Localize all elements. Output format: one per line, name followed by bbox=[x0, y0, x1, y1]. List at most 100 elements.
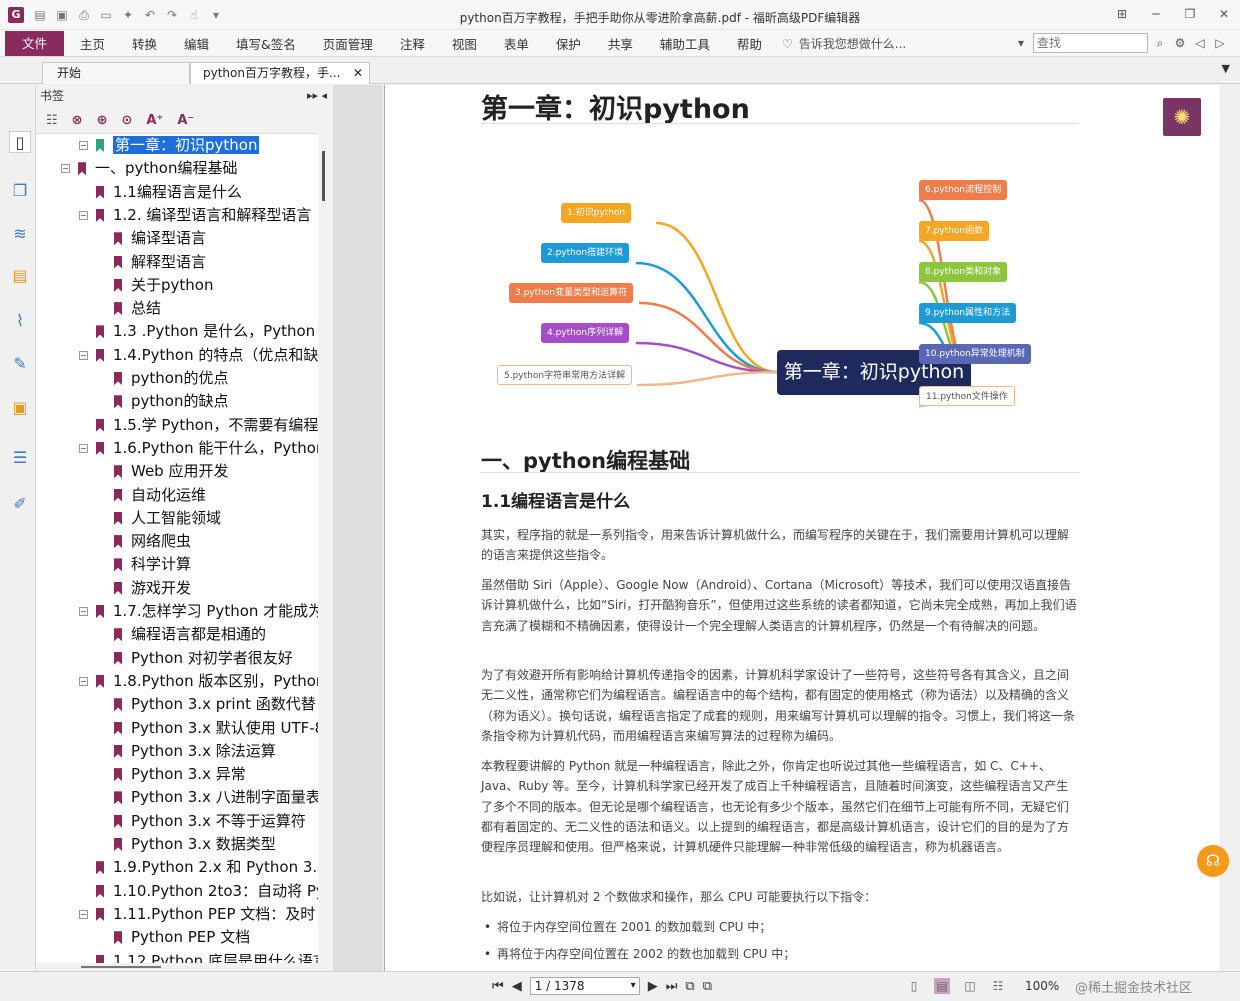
restore-icon[interactable]: ❐ bbox=[1182, 6, 1198, 22]
continuous-facing-icon[interactable]: ☷ bbox=[990, 978, 1006, 994]
support-headset-icon[interactable]: ☊ bbox=[1197, 845, 1229, 877]
zoom-level[interactable]: 100% bbox=[1025, 979, 1059, 993]
security-lock-icon[interactable]: ▣ bbox=[9, 397, 31, 419]
facing-page-icon[interactable]: ◫ bbox=[962, 978, 978, 994]
tab-close-icon[interactable]: ✕ bbox=[353, 63, 363, 83]
bookmark-item[interactable]: Python 3.x print 函数代替 bbox=[114, 693, 316, 716]
content-panel-icon[interactable]: ☰ bbox=[9, 447, 31, 469]
bookmark-item[interactable]: 总结 bbox=[114, 297, 161, 320]
menu-help[interactable]: 帮助 bbox=[737, 34, 762, 53]
layout-icon[interactable]: ⊞ bbox=[1114, 6, 1130, 22]
page-number-field[interactable]: 1 / 1378 bbox=[529, 977, 640, 995]
hand-tool-icon[interactable]: ☝ bbox=[186, 7, 202, 23]
next-view-icon[interactable]: ⧉ bbox=[703, 979, 712, 994]
collapse-toggle-icon[interactable]: − bbox=[79, 210, 88, 220]
close-icon[interactable]: ✕ bbox=[1216, 6, 1232, 22]
undo-icon[interactable]: ↶ bbox=[142, 7, 158, 23]
bookmark-item[interactable]: Python 3.x 不等于运算符 bbox=[114, 810, 306, 833]
bookmark-item[interactable]: Python 对初学者很友好 bbox=[114, 647, 293, 670]
bookmark-item[interactable]: Python 3.x 八进制字面量表 bbox=[114, 786, 318, 809]
bookmark-item[interactable]: − 1.8.Python 版本区别，Python bbox=[79, 670, 318, 693]
bookmark-item[interactable]: 1.10.Python 2to3：自动将 Py bbox=[96, 880, 318, 903]
first-page-icon[interactable]: ⏮ bbox=[492, 979, 504, 994]
menu-share[interactable]: 共享 bbox=[608, 34, 633, 53]
menu-form[interactable]: 表单 bbox=[504, 34, 529, 53]
collapse-toggle-icon[interactable]: − bbox=[61, 164, 70, 174]
collapse-toggle-icon[interactable]: − bbox=[79, 607, 88, 616]
pages-panel-icon[interactable]: ❐ bbox=[9, 180, 31, 202]
page-scrollbar[interactable] bbox=[1220, 85, 1240, 971]
bookmark-item[interactable]: − 1.2. 编译型语言和解释型语言 bbox=[79, 204, 311, 227]
menu-protect[interactable]: 保护 bbox=[556, 34, 581, 53]
redo-icon[interactable]: ↷ bbox=[164, 7, 180, 23]
new-icon[interactable]: ✦ bbox=[120, 7, 136, 23]
signature-panel-icon[interactable]: ✎ bbox=[9, 353, 31, 375]
gear-icon[interactable]: ⚙ bbox=[1172, 35, 1188, 51]
tab-document[interactable]: python百万字教程，手... ✕ bbox=[190, 62, 370, 84]
bookmark-item-selected[interactable]: − 第一章：初识python bbox=[79, 134, 260, 157]
bookmark-item[interactable]: Python PEP 文档 bbox=[114, 926, 250, 949]
menu-page-management[interactable]: 页面管理 bbox=[323, 34, 373, 53]
bookmark-item[interactable]: Python 3.x 除法运算 bbox=[114, 740, 276, 763]
bookmark-item[interactable]: Web 应用开发 bbox=[114, 460, 228, 483]
bookmark-item[interactable]: Python 3.x 异常 bbox=[114, 763, 246, 786]
bookmark-item[interactable]: 1.9.Python 2.x 和 Python 3.x bbox=[96, 856, 318, 879]
scan-icon[interactable]: ▭ bbox=[98, 7, 114, 23]
single-page-icon[interactable]: ▯ bbox=[906, 978, 922, 994]
tell-me-box[interactable]: ♡ 告诉我您想做什么... bbox=[782, 35, 906, 52]
panel-collapse-icon[interactable]: ▸▸ ◂ bbox=[307, 85, 327, 107]
file-menu[interactable]: 文件 bbox=[5, 31, 64, 56]
bookmark-item[interactable]: 自动化运维 bbox=[114, 484, 206, 507]
collapse-toggle-icon[interactable]: − bbox=[79, 909, 88, 919]
continuous-page-icon[interactable]: ▤ bbox=[934, 978, 950, 994]
minimize-icon[interactable]: ─ bbox=[1148, 6, 1164, 22]
customize-icon[interactable]: ▾ bbox=[208, 7, 224, 23]
bookmark-item[interactable]: python的缺点 bbox=[114, 390, 228, 413]
search-options-icon[interactable]: ▾ bbox=[1013, 35, 1029, 51]
bookmark-item[interactable]: − 1.4.Python 的特点（优点和缺 bbox=[79, 344, 318, 367]
destinations-icon[interactable]: ✐ bbox=[9, 493, 31, 515]
bookmark-item[interactable]: 解释型语言 bbox=[114, 251, 206, 274]
bookmark-item[interactable]: python的优点 bbox=[114, 367, 228, 390]
bookmark-item[interactable]: 1.3 .Python 是什么，Python bbox=[96, 320, 315, 343]
bookmark-item[interactable]: Python 3.x 数据类型 bbox=[114, 833, 276, 856]
comments-panel-icon[interactable]: ▤ bbox=[9, 265, 31, 287]
collapse-toggle-icon[interactable]: − bbox=[79, 141, 88, 150]
find-bookmark-icon[interactable]: ⊙ bbox=[121, 113, 132, 128]
bookmark-item[interactable]: 1.5.学 Python，不需要有编程 bbox=[96, 414, 318, 437]
next-result-icon[interactable]: ▷ bbox=[1212, 35, 1228, 51]
increase-font-icon[interactable]: A⁺ bbox=[146, 113, 163, 128]
bookmark-item[interactable]: − 1.7.怎样学习 Python 才能成为 bbox=[79, 600, 318, 623]
panel-splitter[interactable] bbox=[333, 85, 383, 971]
search-input[interactable] bbox=[1033, 33, 1148, 53]
bookmark-item[interactable]: 编译型语言 bbox=[114, 227, 206, 250]
next-page-icon[interactable]: ▶ bbox=[648, 979, 658, 994]
menu-home[interactable]: 主页 bbox=[80, 34, 105, 53]
save-icon[interactable]: ▣ bbox=[54, 7, 70, 23]
delete-bookmark-icon[interactable]: ⊗ bbox=[72, 113, 83, 128]
open-icon[interactable]: ▤ bbox=[32, 7, 48, 23]
bookmark-item[interactable]: − 1.11.Python PEP 文档：及时 bbox=[79, 903, 315, 926]
tab-start[interactable]: 开始 bbox=[42, 62, 190, 84]
bookmark-item[interactable]: 网络爬虫 bbox=[114, 530, 191, 553]
menu-edit[interactable]: 编辑 bbox=[184, 34, 209, 53]
last-page-icon[interactable]: ⏭ bbox=[666, 979, 678, 994]
bookmark-item[interactable]: Python 3.x 默认使用 UTF-8 bbox=[114, 717, 318, 740]
bookmark-options-icon[interactable]: ☷ bbox=[46, 113, 58, 128]
bookmark-item[interactable]: 游戏开发 bbox=[114, 577, 191, 600]
attachments-panel-icon[interactable]: ⌇ bbox=[9, 310, 31, 332]
tips-lightbulb-icon[interactable]: ✺ bbox=[1163, 98, 1201, 136]
search-icon[interactable]: ⌕ bbox=[1152, 35, 1168, 51]
bookmark-item[interactable]: 人工智能领域 bbox=[114, 507, 221, 530]
layers-panel-icon[interactable]: ≋ bbox=[9, 223, 31, 245]
collapse-toggle-icon[interactable]: − bbox=[79, 350, 88, 360]
menu-view[interactable]: 视图 bbox=[452, 34, 477, 53]
bookmark-item[interactable]: − 一、python编程基础 bbox=[61, 157, 237, 180]
bookmark-item[interactable]: 1.12.Python 底层是用什么语言 bbox=[96, 950, 318, 963]
menu-tools[interactable]: 辅助工具 bbox=[660, 34, 710, 53]
prev-page-icon[interactable]: ◀ bbox=[512, 979, 522, 994]
collapse-toggle-icon[interactable]: − bbox=[79, 676, 88, 686]
bookmark-item[interactable]: 1.1编程语言是什么 bbox=[96, 181, 242, 204]
bookmark-panel-icon[interactable]: ▯ bbox=[9, 131, 31, 153]
bookmark-item[interactable]: 编程语言都是相通的 bbox=[114, 623, 266, 646]
